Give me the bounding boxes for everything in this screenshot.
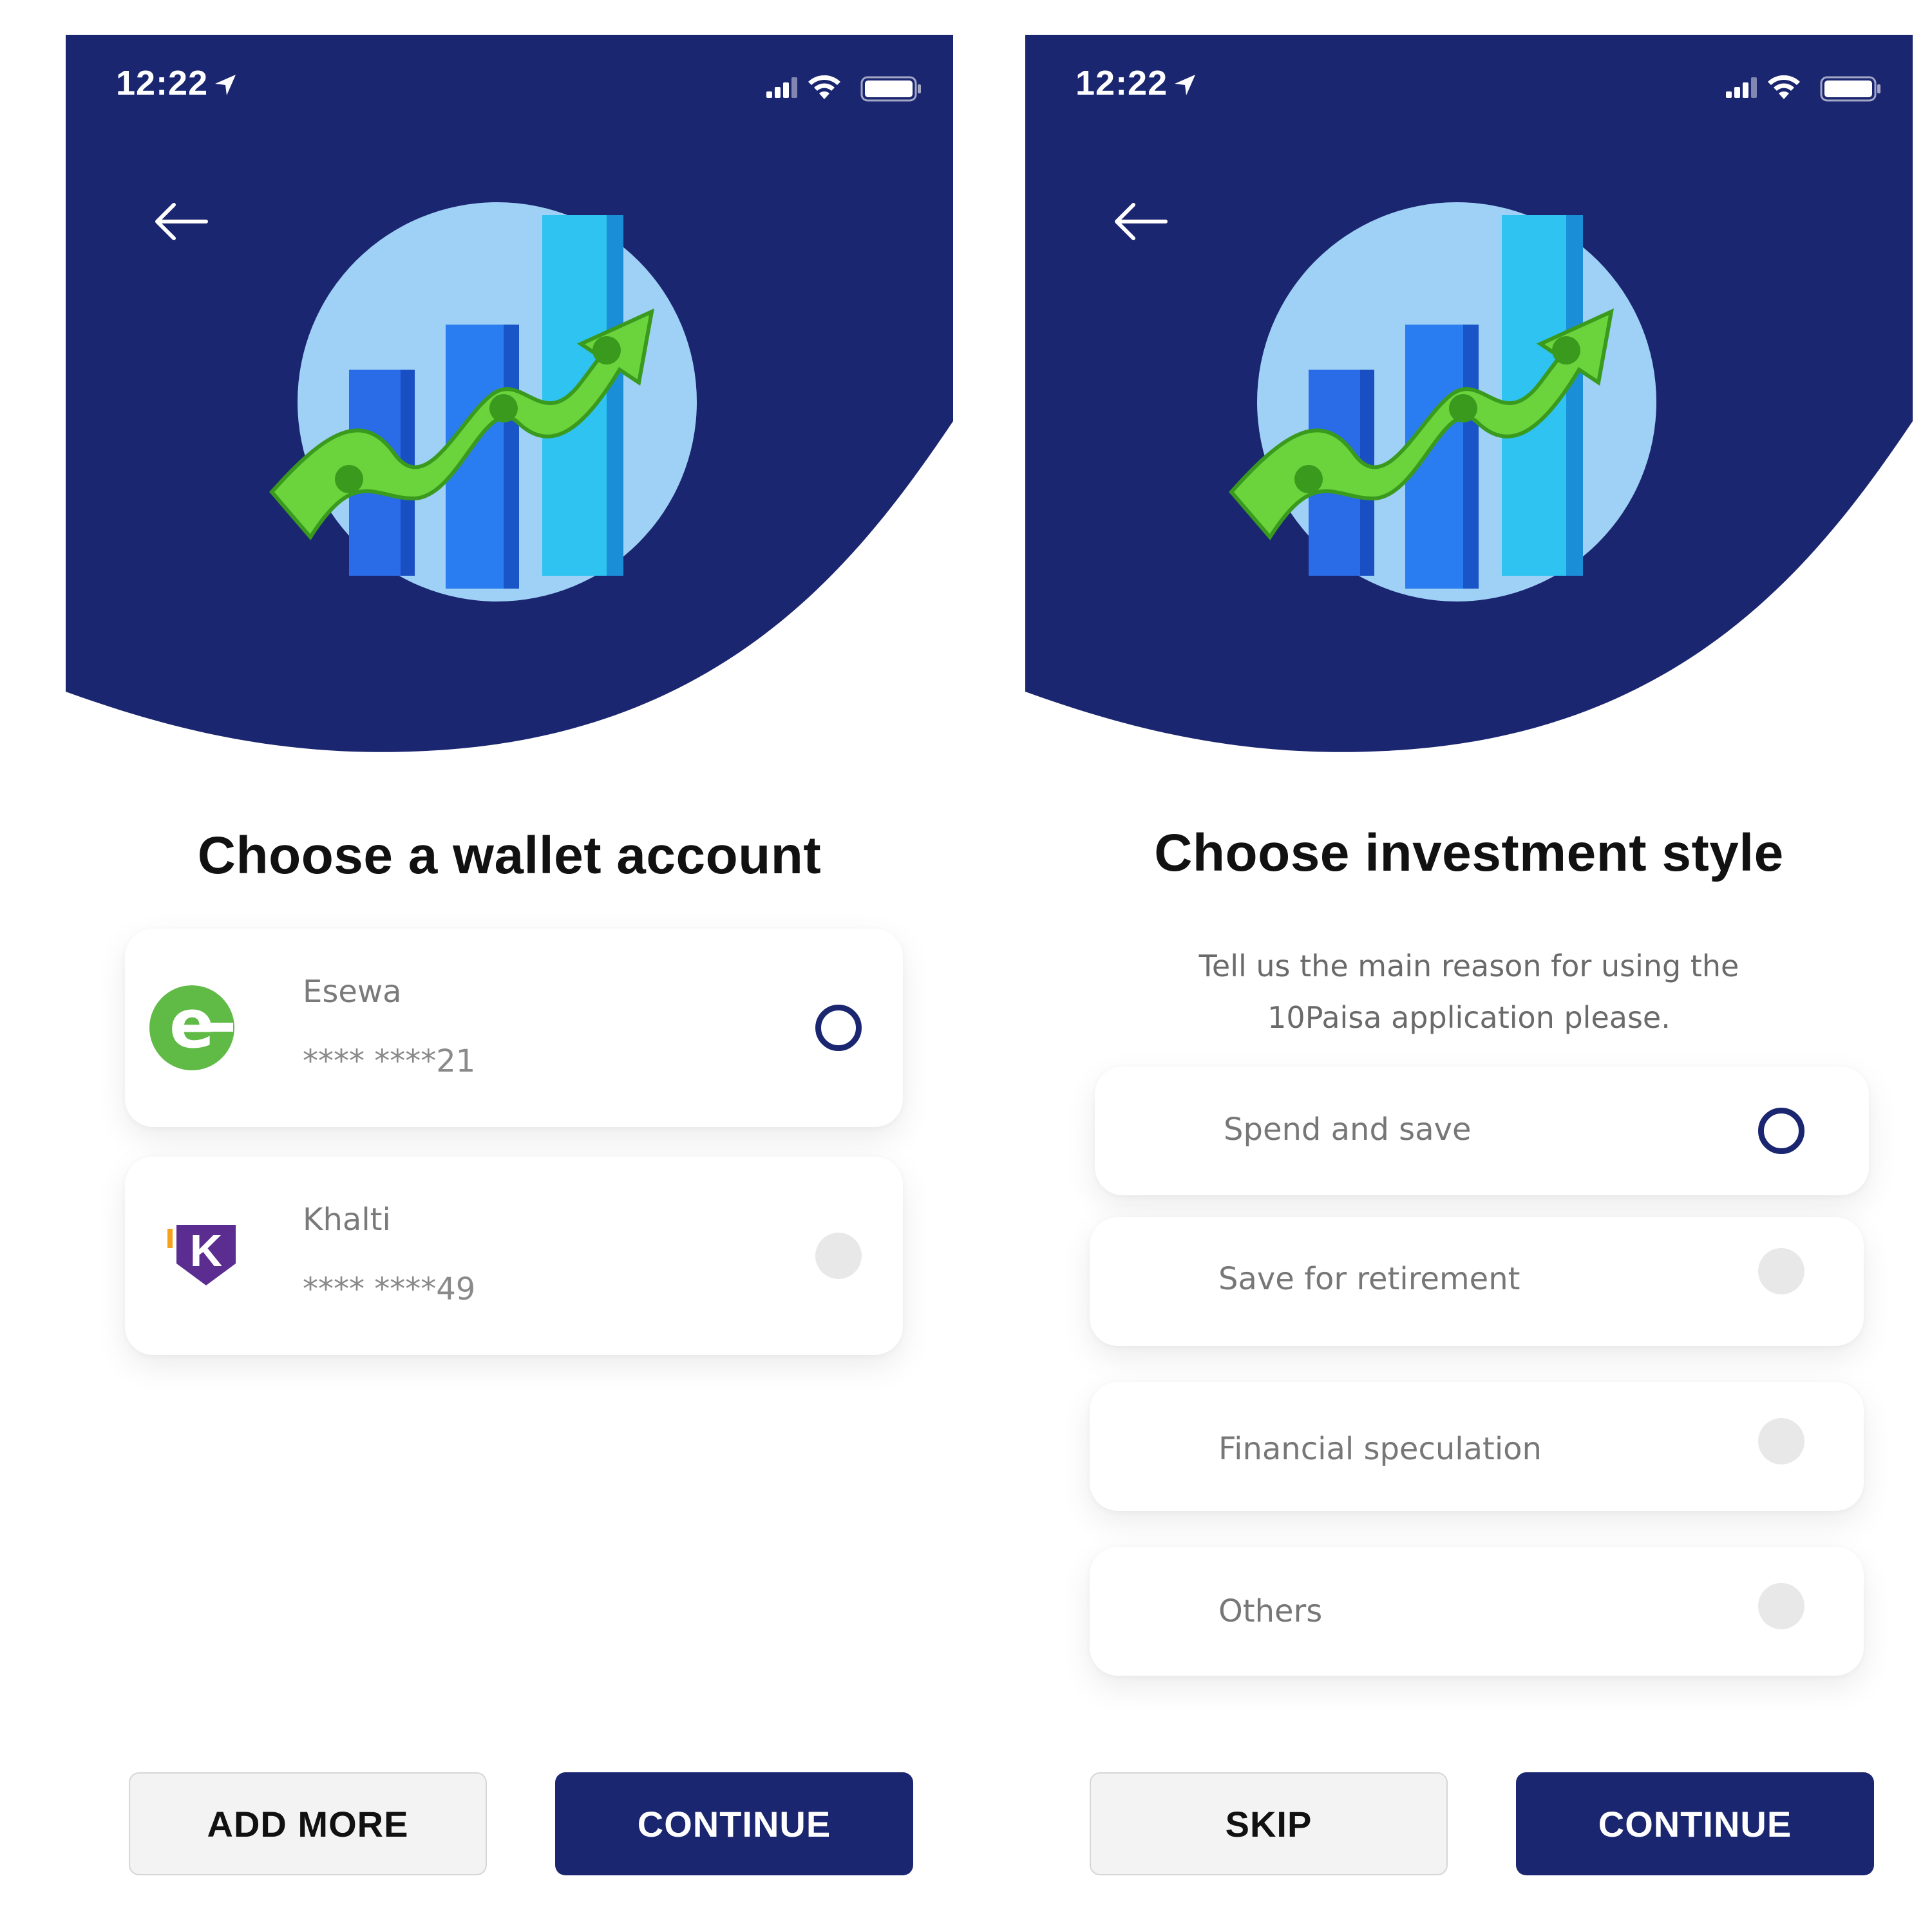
svg-text:K: K: [190, 1226, 223, 1276]
radio-selected[interactable]: [815, 1005, 862, 1051]
continue-button[interactable]: CONTINUE: [1516, 1772, 1874, 1875]
hero-header: 12:22: [66, 35, 953, 762]
back-button[interactable]: [148, 196, 213, 247]
continue-button[interactable]: CONTINUE: [555, 1772, 913, 1875]
add-more-button[interactable]: ADD MORE: [129, 1772, 487, 1875]
radio-unselected[interactable]: [1758, 1248, 1804, 1294]
wallet-screen: 12:22 Choose a wallet account e Esewa **…: [66, 35, 953, 1932]
status-time: 12:22: [1075, 64, 1168, 102]
wallet-masked-number: **** ****49: [303, 1271, 476, 1307]
page-title: Choose a wallet account: [197, 826, 822, 885]
khalti-logo: K: [167, 1225, 236, 1285]
option-label: Financial speculation: [1218, 1431, 1542, 1467]
growth-chart-money-illustration: [1229, 202, 1656, 601]
arrow-left-icon: [1115, 203, 1168, 240]
subtitle-line-2: 10Paisa application please.: [1267, 1000, 1671, 1035]
radio-selected[interactable]: [1758, 1108, 1804, 1154]
esewa-logo: e: [149, 985, 234, 1070]
option-financial-speculation[interactable]: Financial speculation: [1090, 1382, 1864, 1511]
radio-unselected[interactable]: [1758, 1418, 1804, 1464]
subtitle-line-1: Tell us the main reason for using the: [1198, 949, 1739, 983]
location-arrow-icon: [1175, 75, 1195, 95]
hero-header: 12:22: [1025, 35, 1913, 762]
status-time: 12:22: [116, 64, 209, 102]
radio-unselected[interactable]: [815, 1233, 862, 1279]
option-label: Save for retirement: [1218, 1261, 1520, 1297]
back-button[interactable]: [1108, 196, 1172, 247]
wallet-card-esewa[interactable]: e Esewa **** ****21: [125, 929, 903, 1127]
wallet-masked-number: **** ****21: [303, 1043, 476, 1079]
option-save-for-retirement[interactable]: Save for retirement: [1090, 1217, 1864, 1346]
growth-chart-money-illustration: [269, 202, 697, 601]
location-arrow-icon: [215, 75, 236, 95]
wallet-name: Khalti: [303, 1202, 391, 1238]
svg-text:e: e: [169, 985, 215, 1063]
wifi-icon: [808, 75, 840, 99]
cellular-signal-icon: [766, 77, 797, 98]
investment-style-screen: 12:22 Choose investment style Tell us th…: [1025, 35, 1913, 1932]
wifi-icon: [1768, 75, 1800, 99]
battery-icon: [860, 76, 921, 102]
arrow-left-icon: [155, 203, 208, 240]
option-label: Spend and save: [1224, 1112, 1472, 1148]
radio-unselected[interactable]: [1758, 1583, 1804, 1629]
battery-icon: [1820, 76, 1880, 102]
page-title: Choose investment style: [1154, 824, 1784, 882]
option-spend-and-save[interactable]: Spend and save: [1095, 1066, 1869, 1195]
option-label: Others: [1218, 1593, 1323, 1629]
option-others[interactable]: Others: [1090, 1547, 1864, 1676]
wallet-name: Esewa: [303, 974, 402, 1010]
cellular-signal-icon: [1726, 77, 1757, 98]
wallet-card-khalti[interactable]: K Khalti **** ****49: [125, 1157, 903, 1355]
skip-button[interactable]: SKIP: [1090, 1772, 1448, 1875]
